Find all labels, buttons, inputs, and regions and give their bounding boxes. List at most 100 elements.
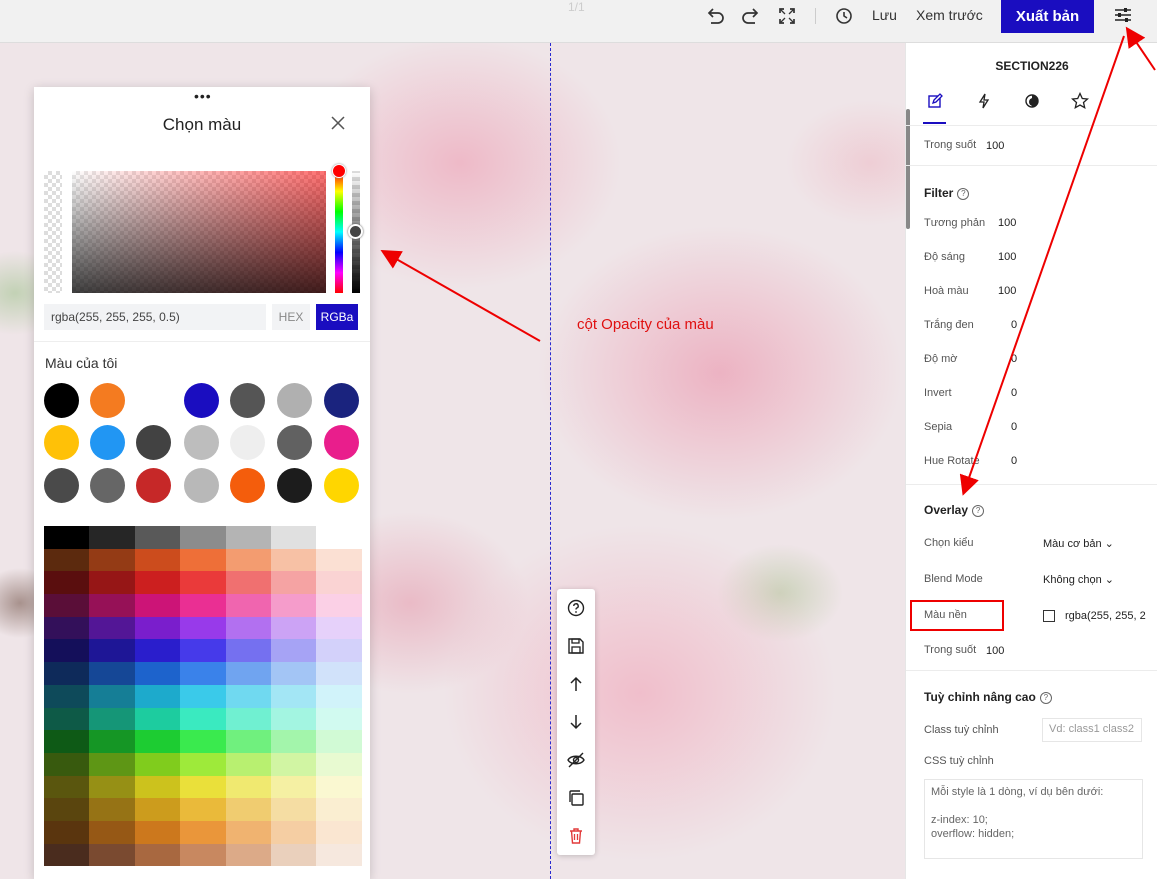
- palette-color-cell[interactable]: [270, 594, 317, 617]
- palette-color-cell[interactable]: [89, 730, 135, 753]
- filter-value[interactable]: 0: [1011, 387, 1017, 399]
- my-color-swatch[interactable]: [324, 468, 359, 503]
- my-color-swatch[interactable]: [230, 425, 265, 460]
- palette-color-cell[interactable]: [134, 843, 181, 867]
- palette-color-cell[interactable]: [180, 639, 226, 663]
- palette-color-cell[interactable]: [89, 752, 135, 776]
- history-icon[interactable]: [832, 6, 856, 26]
- overlay-opacity-value[interactable]: 100: [986, 645, 1004, 657]
- palette-color-cell[interactable]: [44, 707, 90, 731]
- palette-color-cell[interactable]: [316, 843, 362, 867]
- my-color-swatch[interactable]: [324, 383, 359, 418]
- palette-color-cell[interactable]: [44, 548, 90, 572]
- palette-color-cell[interactable]: [225, 730, 271, 753]
- palette-color-cell[interactable]: [270, 798, 317, 821]
- help-icon[interactable]: ?: [972, 504, 985, 517]
- palette-color-cell[interactable]: [225, 571, 271, 595]
- palette-color-cell[interactable]: [270, 707, 317, 731]
- palette-color-cell[interactable]: [44, 684, 90, 708]
- palette-color-cell[interactable]: [180, 526, 226, 549]
- help-icon[interactable]: [566, 598, 586, 618]
- my-color-swatch[interactable]: [277, 468, 312, 503]
- help-icon[interactable]: ?: [1039, 691, 1052, 704]
- palette-color-cell[interactable]: [180, 548, 226, 572]
- background-color-value[interactable]: rgba(255, 255, 2: [1065, 610, 1146, 622]
- my-color-swatch[interactable]: [44, 468, 79, 503]
- palette-color-cell[interactable]: [134, 775, 181, 799]
- palette-color-cell[interactable]: [89, 571, 135, 595]
- palette-color-cell[interactable]: [225, 843, 271, 867]
- my-color-swatch[interactable]: [90, 468, 125, 503]
- tab-favorite[interactable]: [1069, 91, 1091, 111]
- palette-color-cell[interactable]: [270, 752, 317, 776]
- palette-color-cell[interactable]: [89, 684, 135, 708]
- my-color-swatch[interactable]: [277, 425, 312, 460]
- close-icon[interactable]: [330, 115, 346, 131]
- palette-color-cell[interactable]: [89, 843, 135, 867]
- palette-color-cell[interactable]: [270, 639, 317, 663]
- palette-color-cell[interactable]: [316, 820, 362, 844]
- palette-color-cell[interactable]: [316, 526, 362, 549]
- palette-color-cell[interactable]: [134, 594, 181, 617]
- palette-color-cell[interactable]: [316, 684, 362, 708]
- palette-color-cell[interactable]: [225, 662, 271, 685]
- palette-color-cell[interactable]: [225, 775, 271, 799]
- hue-slider-handle[interactable]: [332, 164, 346, 178]
- palette-color-cell[interactable]: [225, 798, 271, 821]
- palette-color-cell[interactable]: [89, 594, 135, 617]
- filter-value[interactable]: 100: [998, 251, 1016, 263]
- filter-value[interactable]: 0: [1011, 353, 1017, 365]
- palette-color-cell[interactable]: [316, 639, 362, 663]
- palette-color-cell[interactable]: [316, 730, 362, 753]
- palette-color-cell[interactable]: [225, 548, 271, 572]
- filter-value[interactable]: 0: [1011, 319, 1017, 331]
- color-value-input[interactable]: rgba(255, 255, 255, 0.5): [44, 304, 266, 330]
- tab-edit[interactable]: [924, 91, 946, 111]
- palette-color-cell[interactable]: [89, 548, 135, 572]
- palette-color-cell[interactable]: [225, 684, 271, 708]
- tab-action[interactable]: [973, 91, 995, 111]
- my-color-swatch[interactable]: [184, 383, 219, 418]
- redo-icon[interactable]: [739, 6, 763, 26]
- palette-color-cell[interactable]: [180, 571, 226, 595]
- palette-color-cell[interactable]: [180, 752, 226, 776]
- hide-eye-icon[interactable]: [566, 750, 586, 770]
- palette-color-cell[interactable]: [316, 594, 362, 617]
- palette-color-cell[interactable]: [89, 798, 135, 821]
- custom-class-input[interactable]: Vd: class1 class2: [1042, 718, 1142, 742]
- palette-color-cell[interactable]: [225, 707, 271, 731]
- palette-color-cell[interactable]: [180, 594, 226, 617]
- filter-value[interactable]: 0: [1011, 421, 1017, 433]
- palette-color-cell[interactable]: [89, 662, 135, 685]
- move-up-icon[interactable]: [566, 674, 586, 694]
- palette-color-cell[interactable]: [180, 798, 226, 821]
- panel-scrollbar[interactable]: [906, 109, 910, 229]
- palette-color-cell[interactable]: [44, 843, 90, 867]
- palette-color-cell[interactable]: [270, 616, 317, 640]
- palette-color-cell[interactable]: [270, 820, 317, 844]
- palette-color-cell[interactable]: [44, 571, 90, 595]
- rgba-mode-button[interactable]: RGBa: [316, 304, 358, 330]
- palette-color-cell[interactable]: [44, 752, 90, 776]
- palette-color-cell[interactable]: [134, 798, 181, 821]
- palette-color-cell[interactable]: [44, 820, 90, 844]
- palette-color-cell[interactable]: [180, 616, 226, 640]
- palette-color-cell[interactable]: [270, 662, 317, 685]
- palette-color-cell[interactable]: [134, 571, 181, 595]
- fullscreen-icon[interactable]: [775, 6, 799, 26]
- palette-color-cell[interactable]: [180, 775, 226, 799]
- palette-color-cell[interactable]: [134, 639, 181, 663]
- palette-color-cell[interactable]: [225, 752, 271, 776]
- palette-color-cell[interactable]: [89, 820, 135, 844]
- palette-color-cell[interactable]: [134, 662, 181, 685]
- palette-color-cell[interactable]: [225, 639, 271, 663]
- palette-color-cell[interactable]: [89, 775, 135, 799]
- filter-value[interactable]: 100: [998, 217, 1016, 229]
- palette-color-cell[interactable]: [225, 526, 271, 549]
- saturation-area[interactable]: [72, 171, 326, 293]
- palette-color-cell[interactable]: [44, 639, 90, 663]
- palette-color-cell[interactable]: [225, 820, 271, 844]
- palette-color-cell[interactable]: [270, 526, 317, 549]
- undo-icon[interactable]: [703, 6, 727, 26]
- palette-color-cell[interactable]: [316, 616, 362, 640]
